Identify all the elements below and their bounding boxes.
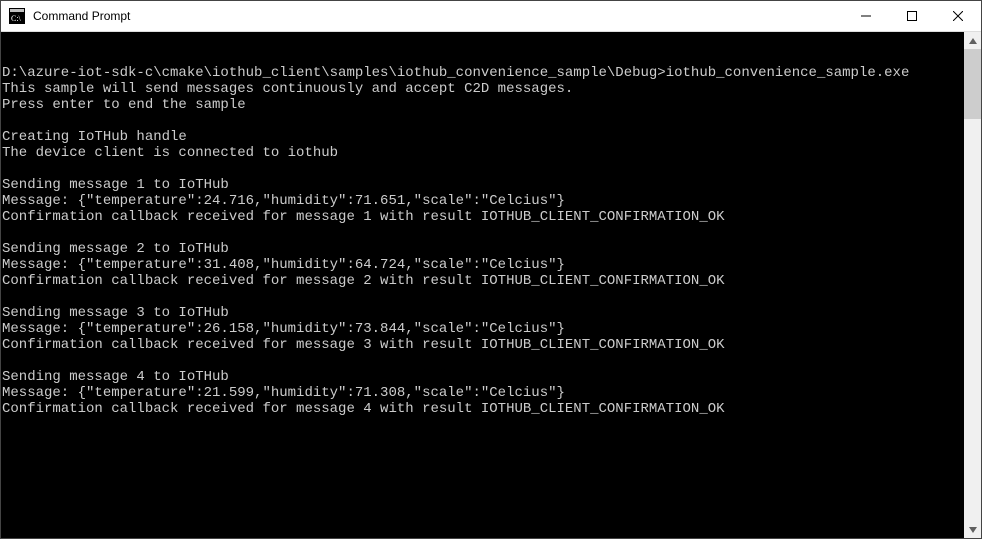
blank-line — [2, 161, 964, 177]
minimize-button[interactable] — [843, 1, 889, 31]
output-line: Confirmation callback received for messa… — [2, 273, 964, 289]
vertical-scrollbar[interactable] — [964, 32, 981, 538]
blank-line — [2, 113, 964, 129]
output-line: Sending message 2 to IoTHub — [2, 241, 964, 257]
terminal-container: D:\azure-iot-sdk-c\cmake\iothub_client\s… — [1, 32, 981, 538]
cmd-icon: C:\ — [9, 8, 25, 24]
scroll-down-arrow-icon[interactable] — [964, 521, 981, 538]
window-title: Command Prompt — [31, 9, 843, 23]
prompt-path: D:\azure-iot-sdk-c\cmake\iothub_client\s… — [2, 65, 666, 81]
output-line: Message: {"temperature":26.158,"humidity… — [2, 321, 964, 337]
maximize-button[interactable] — [889, 1, 935, 31]
window-titlebar: C:\ Command Prompt — [1, 1, 981, 32]
output-line: Message: {"temperature":31.408,"humidity… — [2, 257, 964, 273]
blank-line — [2, 289, 964, 305]
output-line: The device client is connected to iothub — [2, 145, 964, 161]
output-line: Confirmation callback received for messa… — [2, 337, 964, 353]
prompt-line: D:\azure-iot-sdk-c\cmake\iothub_client\s… — [2, 65, 964, 81]
terminal-output[interactable]: D:\azure-iot-sdk-c\cmake\iothub_client\s… — [1, 32, 964, 538]
blank-line — [2, 353, 964, 369]
close-button[interactable] — [935, 1, 981, 31]
scrollbar-thumb[interactable] — [964, 49, 981, 119]
scroll-up-arrow-icon[interactable] — [964, 32, 981, 49]
output-line: Message: {"temperature":24.716,"humidity… — [2, 193, 964, 209]
output-line: Creating IoTHub handle — [2, 129, 964, 145]
output-line: Press enter to end the sample — [2, 97, 964, 113]
blank-line — [2, 225, 964, 241]
command-text: iothub_convenience_sample.exe — [666, 65, 910, 81]
scrollbar-track[interactable] — [964, 49, 981, 521]
window-controls — [843, 1, 981, 31]
output-line: Message: {"temperature":21.599,"humidity… — [2, 385, 964, 401]
output-line: Sending message 1 to IoTHub — [2, 177, 964, 193]
svg-text:C:\: C:\ — [11, 14, 22, 23]
output-line: Confirmation callback received for messa… — [2, 401, 964, 417]
output-line: This sample will send messages continuou… — [2, 81, 964, 97]
output-line: Sending message 4 to IoTHub — [2, 369, 964, 385]
output-line: Sending message 3 to IoTHub — [2, 305, 964, 321]
output-line: Confirmation callback received for messa… — [2, 209, 964, 225]
